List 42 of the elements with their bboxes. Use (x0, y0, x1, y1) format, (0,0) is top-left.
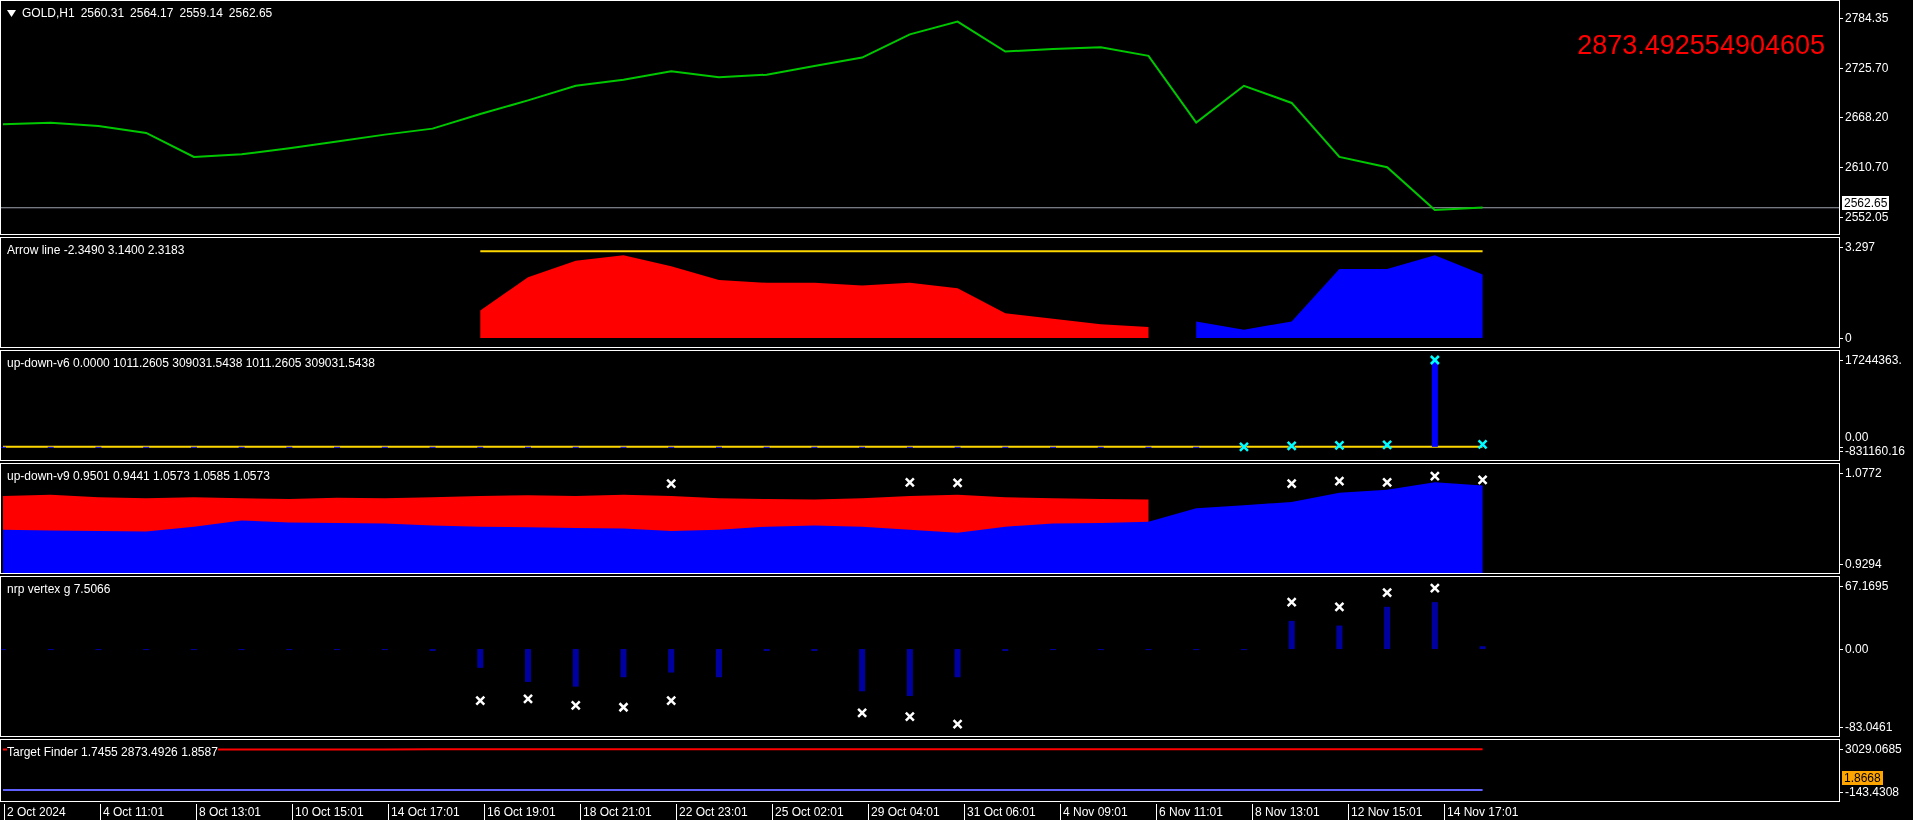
time-label: 8 Nov 13:01 (1252, 804, 1348, 820)
time-label: 8 Oct 13:01 (196, 804, 292, 820)
ohlc-value: 2560.31 (80, 5, 125, 22)
axis-label: 2668.20 (1845, 110, 1889, 125)
time-label: 2 Oct 2024 (4, 804, 100, 820)
axis-label: -143.4308 (1845, 785, 1900, 799)
ohlc-value: 2559.14 (179, 5, 223, 22)
time-label: 16 Oct 19:01 (484, 804, 580, 820)
time-label: 31 Oct 06:01 (964, 804, 1060, 820)
axis-label: 2610.70 (1845, 159, 1889, 174)
axis-label: 1.0772 (1845, 466, 1882, 480)
axis-label: 17244363. (1845, 353, 1902, 367)
axis-label: -83.0461 (1845, 720, 1893, 734)
time-label: 14 Nov 17:01 (1444, 804, 1540, 820)
overlay-value: 2873.492554904605 (1577, 29, 1825, 62)
ohlc-value: 2564.17 (130, 5, 174, 22)
time-label: 10 Oct 15:01 (292, 804, 388, 820)
axis-label: 0.9294 (1845, 557, 1882, 571)
time-label: 4 Nov 09:01 (1060, 804, 1156, 820)
symbol-label: GOLD,H1 (22, 5, 75, 22)
time-label: 6 Nov 11:01 (1156, 804, 1252, 820)
axis-label: 3.297 (1845, 240, 1876, 254)
axis-label: 0.00 (1845, 430, 1869, 444)
time-label: 14 Oct 17:01 (388, 804, 484, 820)
time-label: 22 Oct 23:01 (676, 804, 772, 820)
ohlc-value: 2562.65 (228, 5, 273, 22)
time-label: 12 Nov 15:01 (1348, 804, 1444, 820)
time-label: 4 Oct 11:01 (100, 804, 196, 820)
axis-label: 0.00 (1845, 642, 1869, 657)
dropdown-icon[interactable] (7, 9, 16, 17)
time-label: 18 Oct 21:01 (580, 804, 676, 820)
axis-label: 67.1695 (1845, 579, 1889, 593)
value-badge: 1.8668 (1842, 771, 1883, 785)
axis-label: 2784.35 (1845, 10, 1889, 25)
axis-label: 2725.70 (1845, 61, 1889, 76)
axis-label: 0 (1845, 331, 1852, 345)
axis-label: 2552.05 (1845, 209, 1889, 224)
time-label: 29 Oct 04:01 (868, 804, 964, 820)
value-badge: 2562.65 (1842, 195, 1890, 210)
axis-label: 3029.0685 (1845, 742, 1902, 756)
axis-label: -831160.16 (1845, 444, 1905, 458)
time-label: 25 Oct 02:01 (772, 804, 868, 820)
